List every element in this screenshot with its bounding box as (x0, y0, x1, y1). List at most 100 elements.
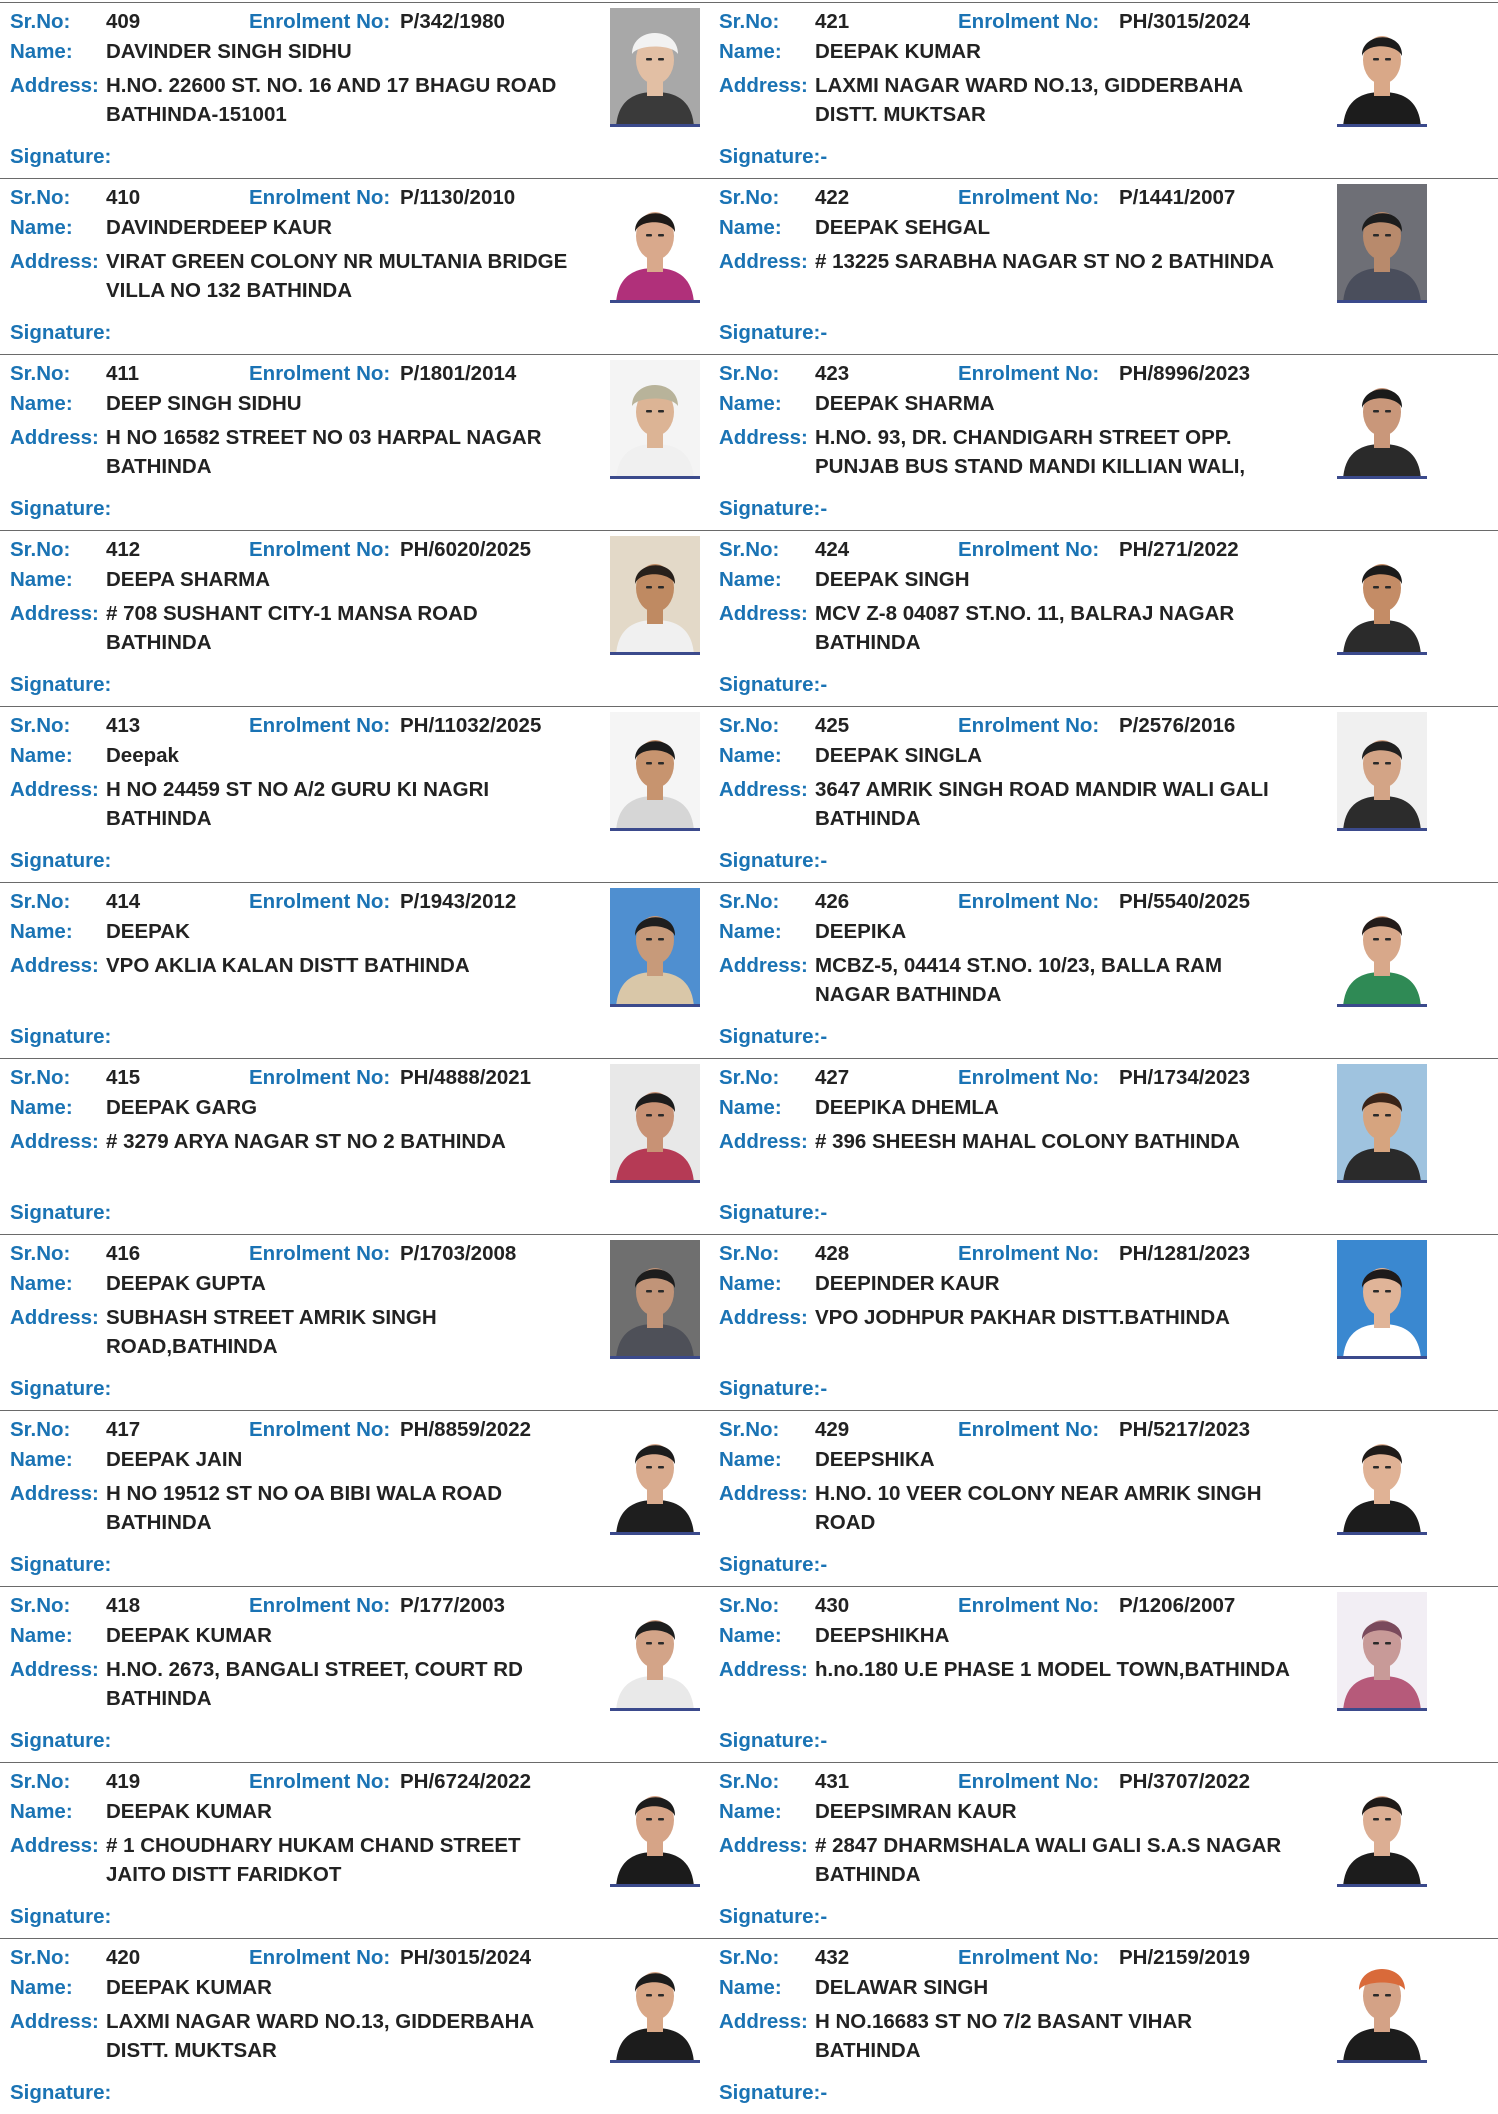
address-value: VPO JODHPUR PAKHAR DISTT.BATHINDA (815, 1306, 1230, 1329)
enrolment-value: PH/11032/2025 (400, 714, 542, 737)
enrolment-label: Enrolment No: (249, 538, 391, 561)
member-card: Sr.No: 429 Enrolment No: PH/5217/2023 Name: D… (709, 1410, 1439, 1586)
photo-eye-right (1385, 762, 1391, 765)
enrolment-value: P/177/2003 (400, 1594, 505, 1617)
roster-row: Sr.No: 412 Enrolment No: PH/6020/2025 Name: D… (0, 530, 1498, 706)
photo-eye-left (646, 586, 652, 589)
sr-no-value: 414 (106, 890, 141, 913)
name-label: Name: (719, 1800, 782, 1823)
enrolment-value: PH/1281/2023 (1119, 1242, 1251, 1265)
name-value: DEEPAK GUPTA (106, 1272, 266, 1295)
member-photo (1337, 1944, 1427, 2063)
address-label: Address: (719, 1306, 808, 1329)
sr-no-value: 427 (815, 1066, 850, 1089)
member-photo (1337, 184, 1427, 303)
member-card: Sr.No: 415 Enrolment No: PH/4888/2021 Name: D… (0, 1058, 730, 1234)
address-label: Address: (719, 74, 808, 97)
sr-no-label: Sr.No: (719, 1242, 780, 1265)
name-label: Name: (719, 1096, 782, 1119)
name-value: DEEPAK SHARMA (815, 392, 995, 415)
photo-eye-right (1385, 586, 1391, 589)
member-photo (1337, 1064, 1427, 1183)
sr-no-label: Sr.No: (719, 1594, 780, 1617)
photo-eye-right (1385, 1290, 1391, 1293)
photo-eye-left (1373, 1818, 1379, 1821)
sr-no-label: Sr.No: (719, 1770, 780, 1793)
photo-eye-left (1373, 1290, 1379, 1293)
sr-no-label: Sr.No: (719, 1418, 780, 1441)
roster-row: Sr.No: 409 Enrolment No: P/342/1980 Name: DAV… (0, 2, 1498, 178)
name-value: DEEPAK KUMAR (106, 1800, 272, 1823)
enrolment-label: Enrolment No: (249, 890, 391, 913)
signature-label: Signature: (10, 321, 112, 344)
name-label: Name: (719, 920, 782, 943)
name-label: Name: (719, 1272, 782, 1295)
sr-no-value: 419 (106, 1770, 141, 1793)
member-card: Sr.No: 428 Enrolment No: PH/1281/2023 Name: D… (709, 1234, 1439, 1410)
sr-no-value: 412 (106, 538, 141, 561)
signature-label: Signature: (10, 1553, 112, 1576)
photo-eye-left (646, 1994, 652, 1997)
signature-label: Signature:- (719, 321, 828, 344)
address-value: # 1 CHOUDHARY HUKAM CHAND STREET JAITO D… (106, 1834, 521, 1886)
signature-label: Signature:- (719, 673, 828, 696)
sr-no-label: Sr.No: (10, 1594, 71, 1617)
roster-row: Sr.No: 417 Enrolment No: PH/8859/2022 Name: D… (0, 1410, 1498, 1586)
member-card: Sr.No: 412 Enrolment No: PH/6020/2025 Name: D… (0, 530, 730, 706)
name-value: DEEPAK (106, 920, 190, 943)
portrait-graphic (1337, 1592, 1427, 1708)
sr-no-label: Sr.No: (10, 1242, 71, 1265)
photo-eye-right (658, 58, 664, 61)
signature-label: Signature: (10, 497, 112, 520)
enrolment-value: P/1943/2012 (400, 890, 517, 913)
photo-eye-left (646, 234, 652, 237)
roster-row: Sr.No: 413 Enrolment No: PH/11032/2025 Name:… (0, 706, 1498, 882)
name-label: Name: (719, 1624, 782, 1647)
enrolment-value: PH/5217/2023 (1119, 1418, 1251, 1441)
name-value: DEEPAK SINGLA (815, 744, 983, 767)
enrolment-value: PH/4888/2021 (400, 1066, 532, 1089)
enrolment-label: Enrolment No: (249, 1066, 391, 1089)
name-value: DEEPAK JAIN (106, 1448, 243, 1471)
signature-label: Signature: (10, 1377, 112, 1400)
member-photo (610, 1240, 700, 1359)
photo-eye-right (658, 762, 664, 765)
sr-no-value: 431 (815, 1770, 850, 1793)
sr-no-label: Sr.No: (719, 538, 780, 561)
address-label: Address: (719, 250, 808, 273)
address-value: VPO AKLIA KALAN DISTT BATHINDA (106, 954, 470, 977)
name-label: Name: (719, 1976, 782, 1999)
member-card: Sr.No: 424 Enrolment No: PH/271/2022 Name: DE… (709, 530, 1439, 706)
enrolment-label: Enrolment No: (958, 1242, 1100, 1265)
name-value: DEEPAK SEHGAL (815, 216, 991, 239)
photo-eye-right (1385, 1642, 1391, 1645)
enrolment-label: Enrolment No: (249, 714, 391, 737)
sr-no-label: Sr.No: (10, 1770, 71, 1793)
portrait-graphic (1337, 360, 1427, 476)
signature-label: Signature:- (719, 145, 828, 168)
member-card: Sr.No: 430 Enrolment No: P/1206/2007 Name: DE… (709, 1586, 1439, 1762)
sr-no-value: 428 (815, 1242, 850, 1265)
name-label: Name: (719, 40, 782, 63)
enrolment-value: PH/271/2022 (1119, 538, 1239, 561)
portrait-graphic (610, 1592, 700, 1708)
address-value: H.NO. 10 VEER COLONY NEAR AMRIK SINGH RO… (815, 1482, 1262, 1534)
signature-label: Signature:- (719, 849, 828, 872)
name-value: DEEPSHIKA (815, 1448, 935, 1471)
photo-eye-right (658, 1994, 664, 1997)
member-photo (1337, 712, 1427, 831)
portrait-graphic (610, 8, 700, 124)
sr-no-label: Sr.No: (719, 1066, 780, 1089)
address-value: VIRAT GREEN COLONY NR MULTANIA BRIDGE VI… (106, 250, 568, 302)
signature-label: Signature: (10, 673, 112, 696)
photo-eye-right (1385, 1114, 1391, 1117)
member-photo (1337, 1768, 1427, 1887)
member-photo (610, 1768, 700, 1887)
address-value: H.NO. 93, DR. CHANDIGARH STREET OPP. PUN… (815, 426, 1246, 478)
photo-eye-right (658, 1114, 664, 1117)
address-value: SUBHASH STREET AMRIK SINGH ROAD,BATHINDA (106, 1306, 437, 1358)
member-photo (1337, 8, 1427, 127)
name-value: DEEPIKA DHEMLA (815, 1096, 999, 1119)
enrolment-label: Enrolment No: (958, 1594, 1100, 1617)
address-label: Address: (719, 2010, 808, 2033)
